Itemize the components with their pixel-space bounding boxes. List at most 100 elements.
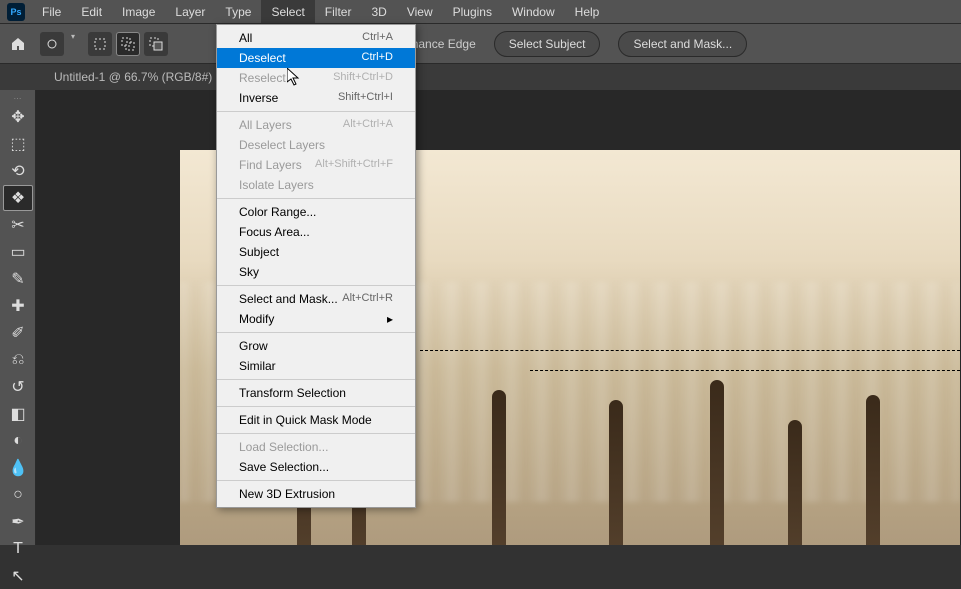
menu-item-inverse[interactable]: InverseShift+Ctrl+I	[217, 88, 415, 108]
menu-item-label: New 3D Extrusion	[239, 487, 335, 501]
gradient-tool[interactable]: ◐	[3, 428, 33, 454]
blur-tool[interactable]: 💧	[3, 455, 33, 481]
eyedropper-tool[interactable]: ✎	[3, 266, 33, 292]
menu-help[interactable]: Help	[565, 0, 610, 23]
select-menu-dropdown: AllCtrl+ADeselectCtrl+DReselectShift+Ctr…	[216, 24, 416, 508]
menu-plugins[interactable]: Plugins	[443, 0, 502, 23]
history-brush-tool[interactable]: ↺	[3, 374, 33, 400]
menu-item-all-layers: All LayersAlt+Ctrl+A	[217, 115, 415, 135]
menu-item-load-selection: Load Selection...	[217, 437, 415, 457]
select-subject-button[interactable]: Select Subject	[494, 31, 601, 57]
menu-item-deselect-layers: Deselect Layers	[217, 135, 415, 155]
menu-layer[interactable]: Layer	[165, 0, 215, 23]
menu-item-subject[interactable]: Subject	[217, 242, 415, 262]
menu-item-label: Similar	[239, 359, 276, 373]
menu-view[interactable]: View	[397, 0, 443, 23]
menu-separator	[217, 198, 415, 199]
pen-tool[interactable]: ✒	[3, 509, 33, 535]
document-tabbar: Untitled-1 @ 66.7% (RGB/8#) ×	[0, 64, 961, 90]
menu-item-grow[interactable]: Grow	[217, 336, 415, 356]
menu-item-sky[interactable]: Sky	[217, 262, 415, 282]
menu-item-label: Save Selection...	[239, 460, 329, 474]
menu-item-color-range[interactable]: Color Range...	[217, 202, 415, 222]
dropdown-caret-icon[interactable]: ▾	[71, 32, 75, 56]
menu-item-label: Focus Area...	[239, 225, 310, 239]
menu-item-modify[interactable]: Modify	[217, 309, 415, 329]
menu-item-label: Subject	[239, 245, 279, 259]
select-and-mask-button[interactable]: Select and Mask...	[618, 31, 747, 57]
menu-separator	[217, 406, 415, 407]
marquee-tool[interactable]: ⬚	[3, 131, 33, 157]
ps-logo-icon: Ps	[7, 3, 25, 21]
brush-tool[interactable]: ✐	[3, 320, 33, 346]
menu-item-label: Modify	[239, 312, 274, 326]
options-bar: ▾ Enhance Edge Select Subject Select and…	[0, 24, 961, 64]
menu-image[interactable]: Image	[112, 0, 165, 23]
menu-filter[interactable]: Filter	[315, 0, 362, 23]
lasso-tool[interactable]: ⟲	[3, 158, 33, 184]
menu-select[interactable]: Select	[261, 0, 314, 23]
menu-item-all[interactable]: AllCtrl+A	[217, 28, 415, 48]
eraser-tool[interactable]: ◧	[3, 401, 33, 427]
move-tool[interactable]: ✥	[3, 104, 33, 130]
brush-preset-icon[interactable]	[40, 32, 64, 56]
path-tool[interactable]: ↖	[3, 563, 33, 589]
home-icon	[10, 36, 26, 52]
menu-item-find-layers: Find Layers Alt+Shift+Ctrl+F	[217, 155, 415, 175]
add-selection-icon[interactable]	[116, 32, 140, 56]
menu-item-label: Edit in Quick Mask Mode	[239, 413, 372, 427]
menu-item-label: Reselect	[239, 71, 286, 85]
menu-item-focus-area[interactable]: Focus Area...	[217, 222, 415, 242]
menu-3d[interactable]: 3D	[361, 0, 396, 23]
menu-item-label: Isolate Layers	[239, 178, 314, 192]
menu-item-label: Deselect	[239, 51, 286, 65]
menu-separator	[217, 433, 415, 434]
menu-file[interactable]: File	[32, 0, 71, 23]
menu-item-label: Find Layers	[239, 158, 302, 172]
canvas-area	[36, 90, 961, 545]
menu-separator	[217, 480, 415, 481]
menu-item-label: Deselect Layers	[239, 138, 325, 152]
main-area: ⋯ ✥⬚⟲❖✂▭✎✚✐⎌↺◧◐💧○✒T↖	[0, 90, 961, 545]
new-selection-icon[interactable]	[88, 32, 112, 56]
menu-edit[interactable]: Edit	[71, 0, 112, 23]
menu-item-shortcut: Alt+Shift+Ctrl+F	[315, 158, 393, 172]
menubar: Ps File Edit Image Layer Type Select Fil…	[0, 0, 961, 24]
menu-item-new-3d-extrusion[interactable]: New 3D Extrusion	[217, 484, 415, 504]
menu-item-edit-in-quick-mask-mode[interactable]: Edit in Quick Mask Mode	[217, 410, 415, 430]
menu-item-label: Select and Mask...	[239, 292, 338, 306]
menu-item-label: Load Selection...	[239, 440, 328, 454]
menu-separator	[217, 379, 415, 380]
menu-item-label: Sky	[239, 265, 259, 279]
menu-item-deselect[interactable]: DeselectCtrl+D	[217, 48, 415, 68]
canvas-content	[492, 390, 506, 545]
menu-separator	[217, 111, 415, 112]
menu-window[interactable]: Window	[502, 0, 565, 23]
healing-tool[interactable]: ✚	[3, 293, 33, 319]
document-tab-label: Untitled-1 @ 66.7% (RGB/8#)	[54, 70, 212, 84]
crop-tool[interactable]: ✂	[3, 212, 33, 238]
menu-item-select-and-mask[interactable]: Select and Mask...Alt+Ctrl+R	[217, 289, 415, 309]
menu-type[interactable]: Type	[215, 0, 261, 23]
type-tool[interactable]: T	[3, 536, 33, 562]
subtract-selection-icon[interactable]	[144, 32, 168, 56]
home-button[interactable]	[6, 32, 30, 56]
selection-mode-group	[88, 32, 168, 56]
menu-item-save-selection[interactable]: Save Selection...	[217, 457, 415, 477]
menu-item-label: Grow	[239, 339, 268, 353]
toolbar-drag-handle[interactable]: ⋯	[0, 94, 35, 100]
stamp-tool[interactable]: ⎌	[3, 347, 33, 373]
quick-select-tool[interactable]: ❖	[3, 185, 33, 211]
frame-tool[interactable]: ▭	[3, 239, 33, 265]
menu-item-label: Color Range...	[239, 205, 316, 219]
menu-item-label: Transform Selection	[239, 386, 346, 400]
menu-item-reselect: ReselectShift+Ctrl+D	[217, 68, 415, 88]
tools-panel: ⋯ ✥⬚⟲❖✂▭✎✚✐⎌↺◧◐💧○✒T↖	[0, 90, 36, 545]
document-tab[interactable]: Untitled-1 @ 66.7% (RGB/8#) ×	[44, 66, 237, 88]
menu-item-transform-selection[interactable]: Transform Selection	[217, 383, 415, 403]
menu-item-shortcut: Shift+Ctrl+I	[338, 91, 393, 105]
menu-separator	[217, 285, 415, 286]
menu-item-similar[interactable]: Similar	[217, 356, 415, 376]
dodge-tool[interactable]: ○	[3, 482, 33, 508]
menu-item-isolate-layers: Isolate Layers	[217, 175, 415, 195]
